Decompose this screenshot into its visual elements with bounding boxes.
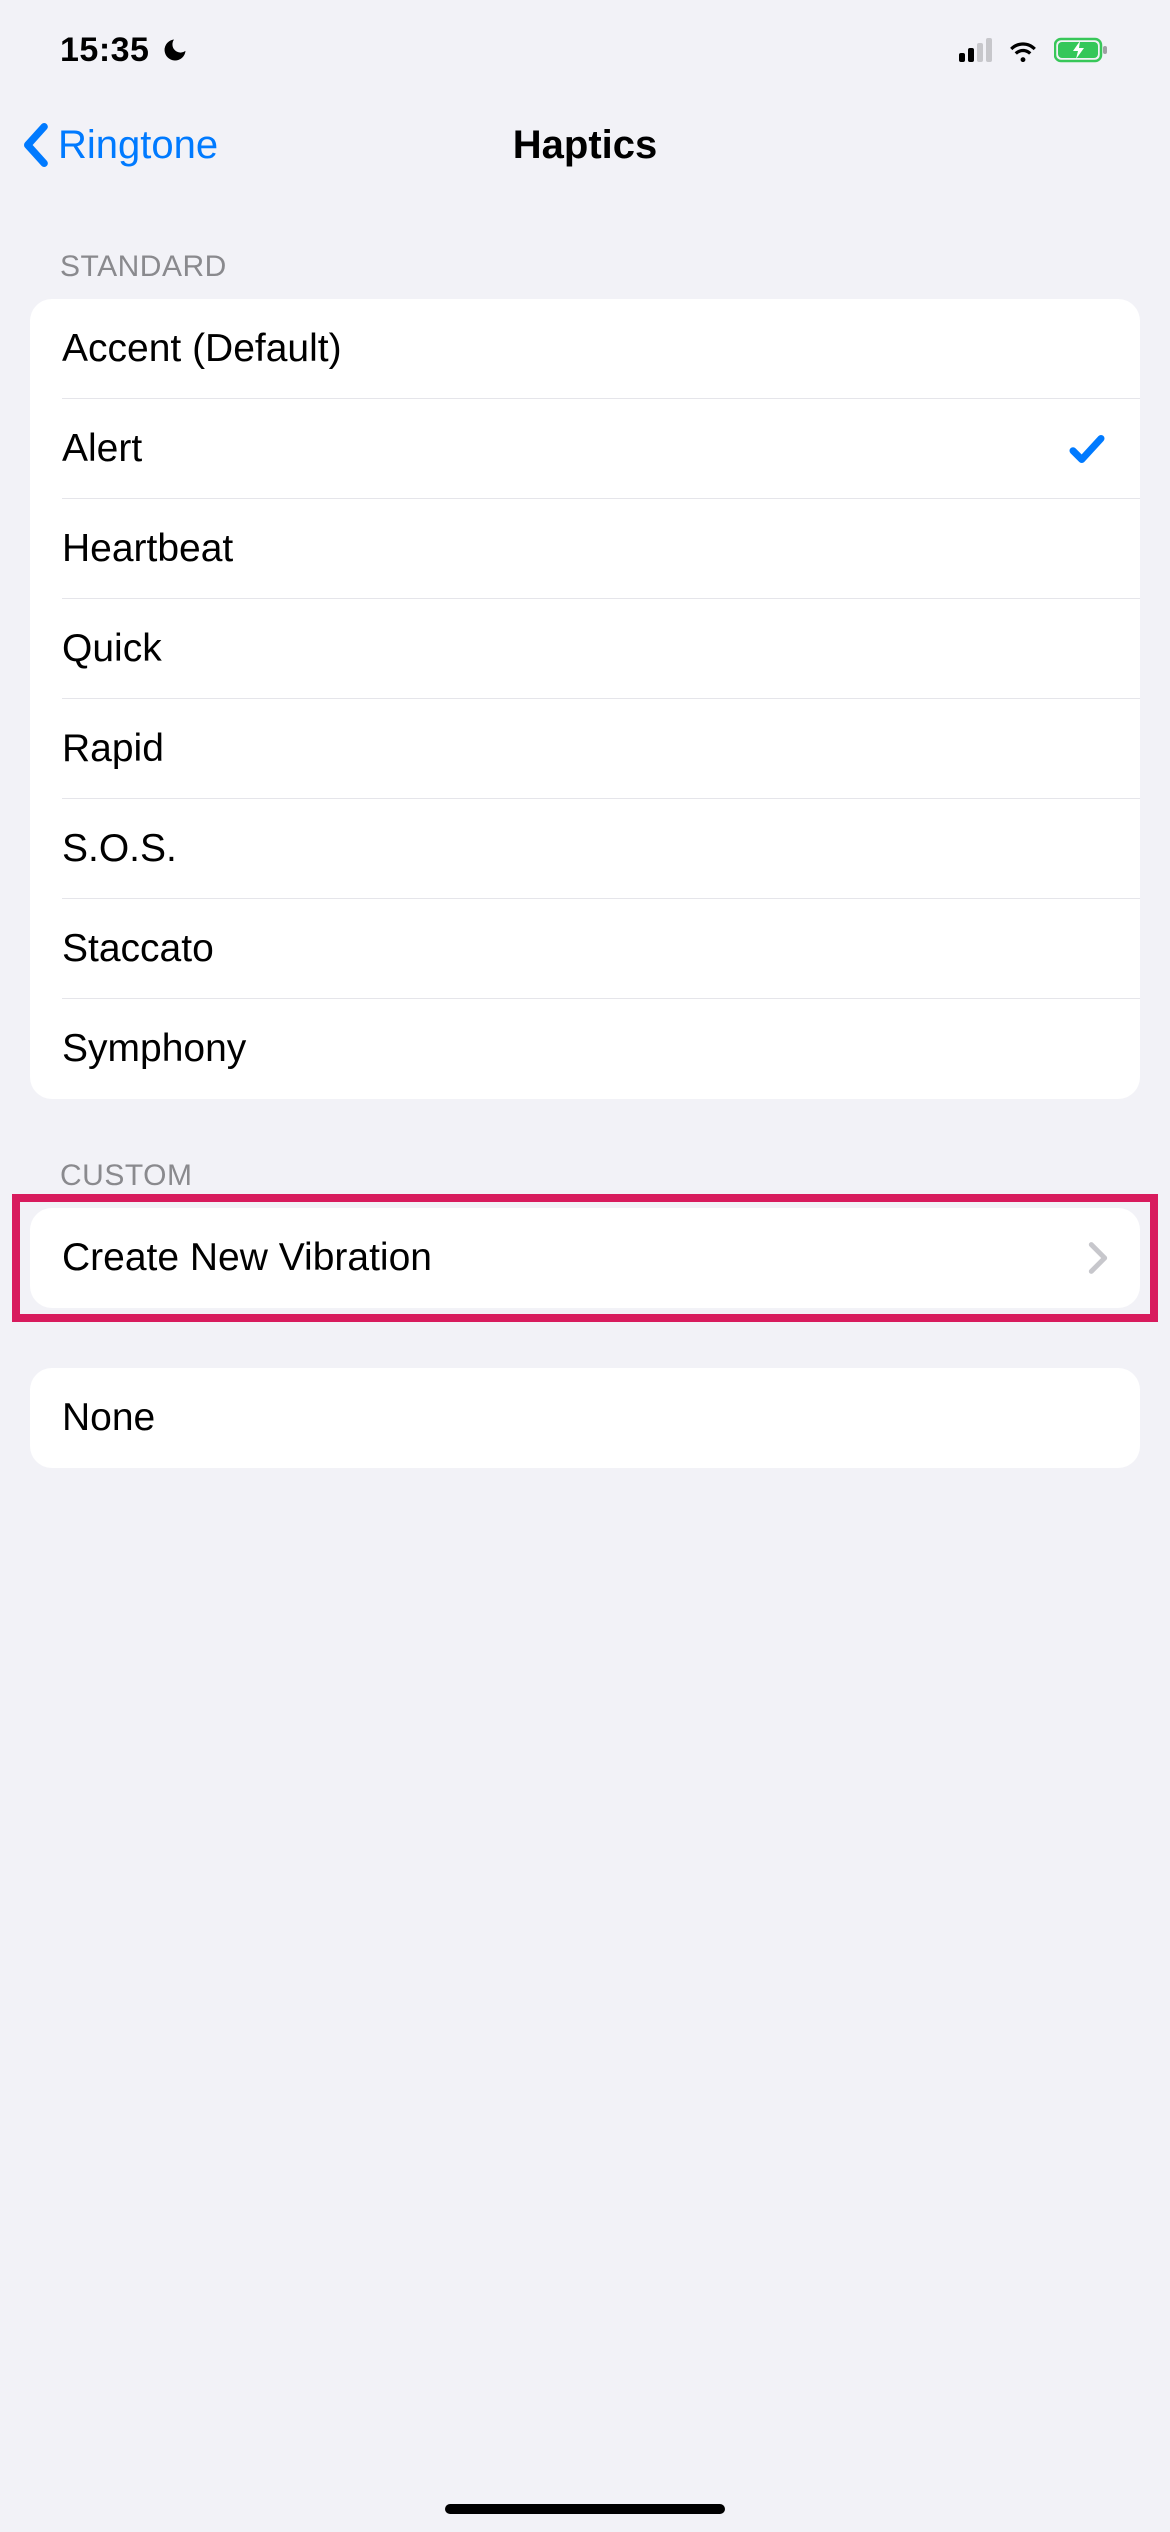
none-list: None [30,1368,1140,1468]
status-bar: 15:35 [0,0,1170,100]
chevron-right-icon [1088,1241,1108,1275]
list-item-label: Create New Vibration [62,1236,432,1280]
list-item-label: Symphony [62,1027,246,1071]
haptic-row-rapid[interactable]: Rapid [30,699,1140,799]
status-right [959,33,1110,67]
haptic-row-none[interactable]: None [30,1368,1140,1468]
haptic-row-staccato[interactable]: Staccato [30,899,1140,999]
list-item-label: Staccato [62,927,214,971]
list-item-label: Heartbeat [62,527,233,571]
wifi-icon [1006,33,1040,67]
haptic-row-accent[interactable]: Accent (Default) [30,299,1140,399]
haptic-row-sos[interactable]: S.O.S. [30,799,1140,899]
list-item-label: Accent (Default) [62,327,342,371]
list-item-label: S.O.S. [62,827,177,871]
battery-charging-icon [1054,36,1110,64]
status-left: 15:35 [60,31,189,70]
status-time: 15:35 [60,31,149,70]
list-item-label: Alert [62,427,142,471]
back-label: Ringtone [58,123,218,168]
haptic-row-heartbeat[interactable]: Heartbeat [30,499,1140,599]
haptic-row-alert[interactable]: Alert [30,399,1140,499]
nav-bar: Ringtone Haptics [0,100,1170,190]
page-title: Haptics [513,123,658,168]
back-button[interactable]: Ringtone [20,123,218,168]
content: Standard Accent (Default) Alert Heartbea… [0,190,1170,1468]
standard-list: Accent (Default) Alert Heartbeat Quick R… [30,299,1140,1099]
haptic-row-symphony[interactable]: Symphony [30,999,1140,1099]
section-header-standard: Standard [0,190,1170,299]
section-header-custom: Custom [0,1099,1170,1208]
create-new-vibration[interactable]: Create New Vibration [30,1208,1140,1308]
list-item-label: None [62,1396,155,1440]
chevron-left-icon [20,123,50,167]
custom-list: Create New Vibration [30,1208,1140,1308]
list-item-label: Quick [62,627,162,671]
list-item-label: Rapid [62,727,164,771]
focus-moon-icon [161,36,189,64]
checkmark-icon [1066,428,1108,470]
home-indicator[interactable] [445,2504,725,2514]
cellular-icon [959,38,992,62]
haptic-row-quick[interactable]: Quick [30,599,1140,699]
